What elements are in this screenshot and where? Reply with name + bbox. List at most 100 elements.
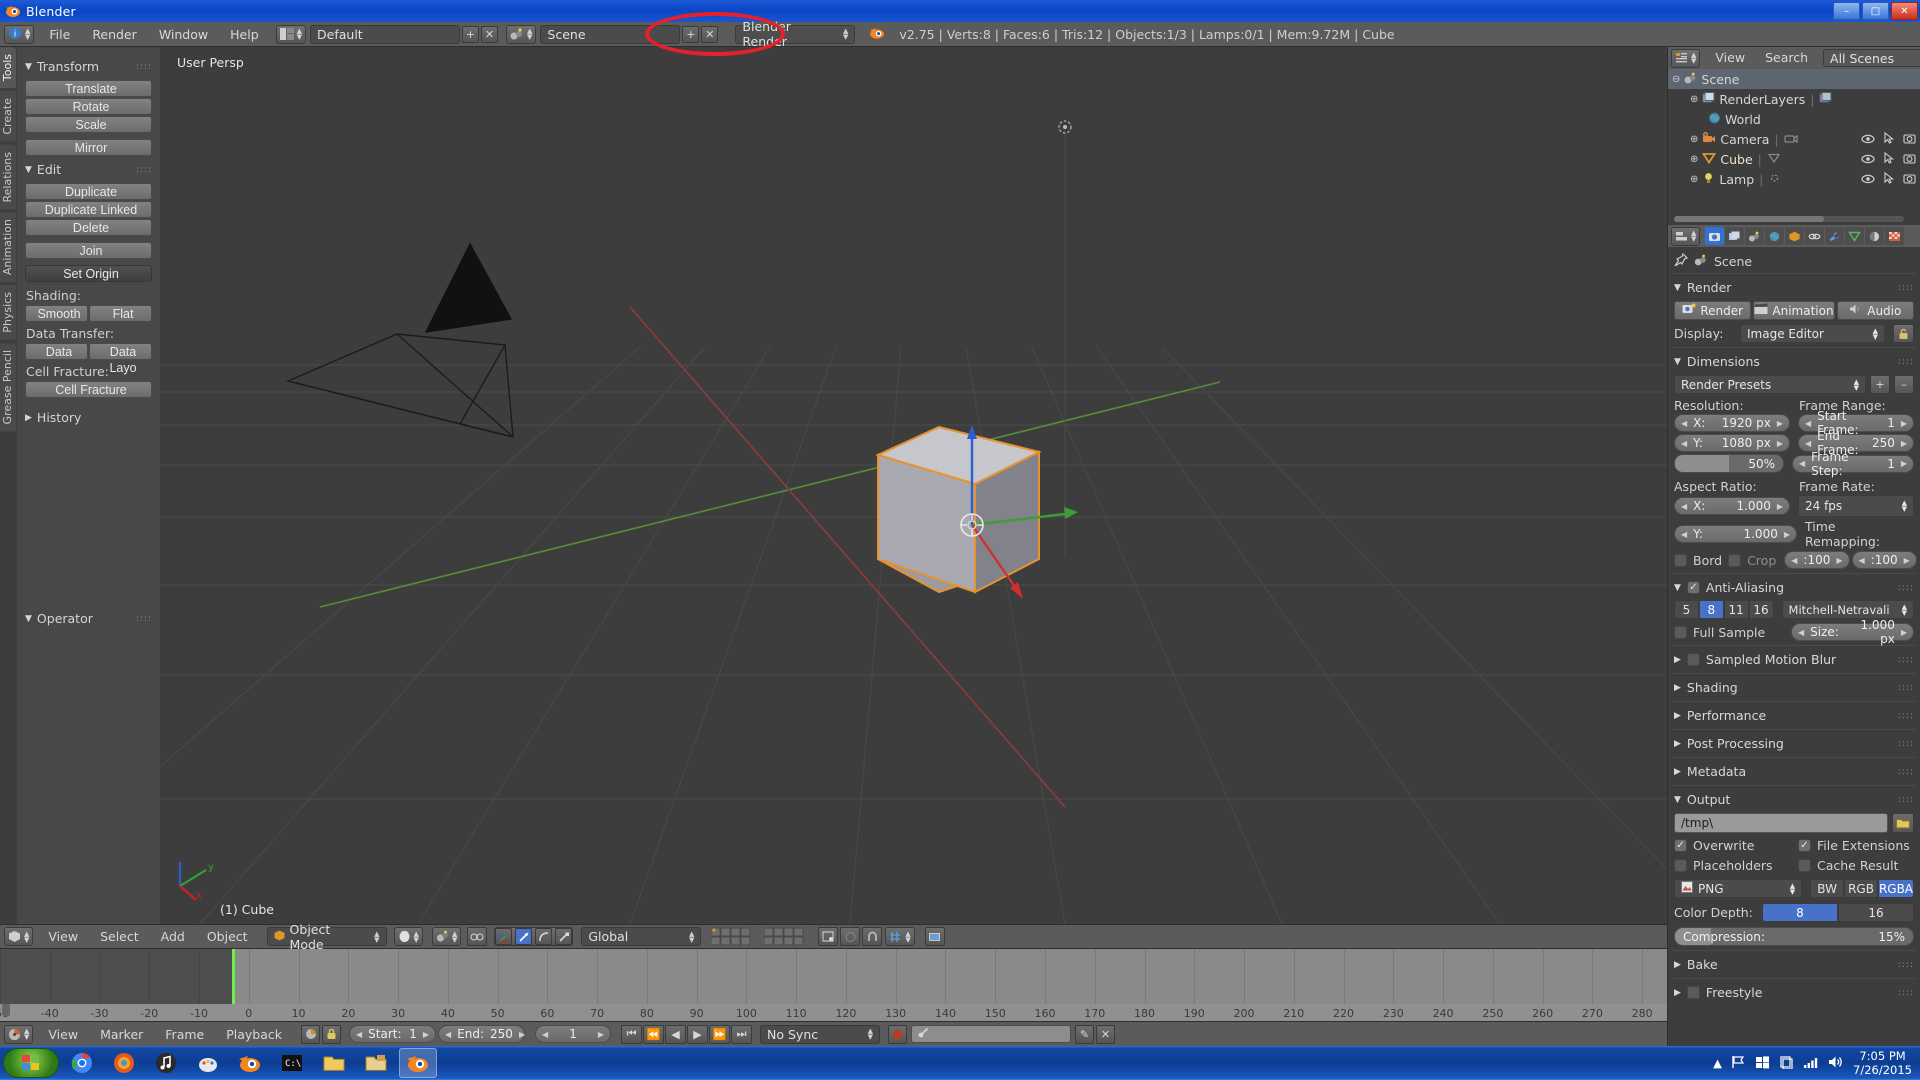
add-preset-button[interactable]: + [1870,375,1890,394]
delete-scene-button[interactable]: ✕ [701,26,718,43]
pin-icon[interactable] [1674,253,1688,269]
current-frame-field[interactable]: ◀ 1 ▶ [535,1025,611,1043]
aa-samples-segmented[interactable]: 5 8 11 16 [1674,600,1774,619]
scene-icon[interactable]: ▲▼ [506,25,536,44]
menu-render[interactable]: Render [81,22,148,47]
editor-type-icon[interactable]: ▲▼ [4,927,33,946]
action-center-icon[interactable] [1779,1055,1794,1072]
timeline-playhead[interactable] [232,949,235,1004]
outliner-row-scene[interactable]: ⊖ Scene [1668,69,1920,89]
network-icon[interactable] [1803,1055,1819,1072]
panel-header-antialiasing[interactable]: ▼ ✓ Anti-Aliasing :::: [1668,576,1920,599]
timeline-menu-frame[interactable]: Frame [154,1022,215,1047]
panel-header-edit[interactable]: ▼ Edit :::: [25,162,152,177]
properties-tab-world[interactable] [1765,227,1784,245]
pivot-point-icon[interactable]: ▲▼ [432,927,461,946]
expand-toggle-icon[interactable]: ⊕ [1690,134,1698,145]
eye-icon[interactable] [1861,132,1875,147]
set-origin-button[interactable]: Set Origin [25,265,152,282]
aa-size-field[interactable]: ◀Size: 1.000 px▶ [1791,623,1914,641]
file-format-dropdown[interactable]: PNG ▲▼ [1674,879,1802,898]
animation-button[interactable]: Animation [1753,301,1834,320]
output-path-input[interactable]: /tmp\ [1674,813,1888,833]
freestyle-checkbox[interactable] [1687,986,1700,999]
file-extensions-checkbox[interactable]: ✓ [1798,839,1811,852]
panel-header-render[interactable]: ▼ Render :::: [1668,276,1920,299]
outliner-row-toggles[interactable] [1861,152,1916,167]
tool-tab-tools[interactable]: Tools [0,47,16,88]
color-depth-segmented[interactable]: 8 16 [1762,903,1914,922]
panel-header-sampled-motion-blur[interactable]: ▶ Sampled Motion Blur :::: [1668,648,1920,671]
panel-header-bake[interactable]: ▶ Bake :::: [1668,953,1920,976]
folder-icon[interactable] [315,1048,353,1078]
panel-header-history[interactable]: ▶ History [25,410,152,425]
outliner-display-icon[interactable]: ▲▼ [1671,49,1700,68]
full-sample-checkbox[interactable] [1674,626,1687,639]
panel-header-shading[interactable]: ▶ Shading :::: [1668,676,1920,699]
color-mode-rgb[interactable]: RGB [1844,879,1878,898]
interaction-mode-dropdown[interactable]: Object Mode ▲▼ [267,927,387,946]
transform-orientation-dropdown[interactable]: Global ▲▼ [581,927,701,946]
translate-button[interactable]: Translate [25,80,152,97]
panel-header-operator[interactable]: ▼ Operator :::: [25,611,152,626]
window-controls[interactable]: – □ ✕ [1833,2,1918,20]
timeline-menu-playback[interactable]: Playback [215,1022,293,1047]
delete-screen-layout-button[interactable]: ✕ [481,26,498,43]
scale-manipulator-icon[interactable] [555,928,572,945]
audio-button[interactable]: Audio [1837,301,1914,320]
blender-icon[interactable] [231,1048,269,1078]
placeholders-checkbox[interactable] [1674,859,1687,872]
properties-tab-scene[interactable] [1745,227,1764,245]
outliner-row-lamp[interactable]: ⊕ Lamp | [1668,169,1920,189]
border-checkbox[interactable] [1674,554,1687,567]
editor-type-selector[interactable]: i ▲▼ [4,25,34,44]
start-button[interactable] [3,1048,59,1078]
color-depth-16[interactable]: 16 [1838,903,1914,922]
menu-window[interactable]: Window [148,22,219,47]
record-icon[interactable] [888,1025,907,1044]
properties-tab-constraints[interactable] [1805,227,1824,245]
cmd-icon[interactable]: C:\ [273,1048,311,1078]
viewport-menu-select[interactable]: Select [89,924,150,949]
scene-dropdown[interactable]: Scene [540,25,680,44]
tool-tab-create[interactable]: Create [0,91,16,142]
lock-icon[interactable] [322,1025,341,1044]
render-image-icon[interactable] [925,927,945,946]
tool-tab-physics[interactable]: Physics [0,285,16,340]
add-scene-button[interactable]: + [682,26,699,43]
chrome-icon[interactable] [63,1048,101,1078]
limit-selection-icon[interactable] [467,927,487,946]
transport-controls[interactable]: ⏮ ⏪ ◀ ▶ ⏩ ⏭ [621,1025,752,1044]
outliner-menu-view[interactable]: View [1706,47,1754,69]
expand-toggle-icon[interactable]: ⊕ [1690,94,1698,105]
cursor-select-icon[interactable] [1884,152,1894,167]
render-visibility-icon[interactable] [1903,152,1916,167]
delete-button[interactable]: Delete [25,219,152,236]
timeline-ruler[interactable]: -50-40-30-20-100102030405060708090100110… [0,1004,1667,1021]
outliner-row-world[interactable]: World [1668,109,1920,129]
render-visibility-icon[interactable] [1903,132,1916,147]
taskbar-clock[interactable]: 7:05 PM 7/26/2015 [1853,1049,1912,1077]
firefox-icon[interactable] [105,1048,143,1078]
viewport-menu-object[interactable]: Object [196,924,259,949]
expand-toggle-icon[interactable]: ⊕ [1690,154,1698,165]
timeline-start-handle-icon[interactable] [1,1003,13,1020]
remove-keying-set-icon[interactable]: ✕ [1096,1025,1115,1044]
crop-checkbox[interactable] [1728,554,1741,567]
start-frame-field[interactable]: ◀ Start: 1 ▶ [349,1025,436,1043]
aa-filter-dropdown[interactable]: Mitchell-Netravali ▲▼ [1782,600,1914,619]
sync-mode-dropdown[interactable]: No Sync ▲▼ [760,1025,880,1044]
duplicate-button[interactable]: Duplicate [25,183,152,200]
eye-icon[interactable] [1861,172,1875,187]
timeline-menu-marker[interactable]: Marker [89,1022,154,1047]
properties-tab-object[interactable] [1785,227,1804,245]
compression-slider[interactable]: Compression: 15% [1674,927,1914,946]
properties-editor[interactable]: ▲▼ Scene ▼ Render :::: Render Animation [1667,225,1920,1046]
duplicate-linked-button[interactable]: Duplicate Linked [25,201,152,218]
frame-rate-dropdown[interactable]: 24 fps ▲▼ [1798,495,1914,517]
volume-icon[interactable] [1828,1055,1844,1072]
timeline-area[interactable]: -50-40-30-20-100102030405060708090100110… [0,949,1667,1021]
resolution-x-field[interactable]: ◀X: 1920 px▶ [1674,414,1790,432]
timeline-editor-icon[interactable]: ▲▼ [4,1025,33,1044]
keying-set-field[interactable] [911,1025,1071,1043]
